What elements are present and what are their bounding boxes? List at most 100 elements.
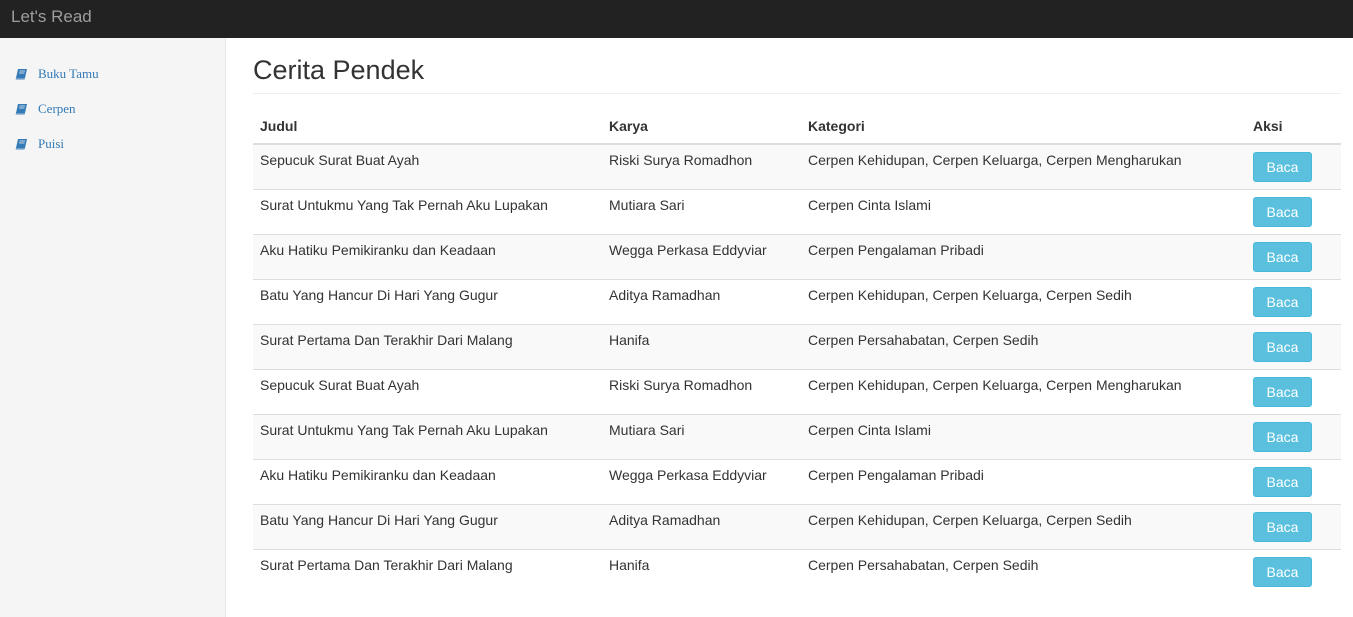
cell-aksi: Baca <box>1246 549 1341 594</box>
cell-judul: Aku Hatiku Pemikiranku dan Keadaan <box>253 459 602 505</box>
table-row: Surat Pertama Dan Terakhir Dari Malang Ha… <box>253 324 1341 370</box>
cell-karya: Riski Surya Romadhon <box>602 369 801 415</box>
header-karya: Karya <box>602 109 801 145</box>
baca-button[interactable]: Baca <box>1253 197 1312 227</box>
cell-kategori: Cerpen Cinta Islami <box>801 189 1246 235</box>
baca-button[interactable]: Baca <box>1253 287 1312 317</box>
table-row: Sepucuk Surat Buat Ayah Riski Surya Romad… <box>253 369 1341 415</box>
brand-link[interactable]: Let's Read <box>11 7 92 27</box>
cell-aksi: Baca <box>1246 414 1341 460</box>
table-body: Sepucuk Surat Buat Ayah Riski Surya Romad… <box>253 143 1341 594</box>
cell-karya-text: Wegga Perkasa Eddyviar <box>609 467 767 483</box>
cell-judul-text: Surat Pertama Dan Terakhir Dari Malang <box>260 557 513 573</box>
table-row: Aku Hatiku Pemikiranku dan Keadaan Wegga … <box>253 234 1341 280</box>
cell-aksi: Baca <box>1246 234 1341 280</box>
cell-judul-text: Batu Yang Hancur Di Hari Yang Gugur <box>260 512 498 528</box>
header-kategori: Kategori <box>801 109 1246 145</box>
baca-button[interactable]: Baca <box>1253 152 1312 182</box>
table-row: Sepucuk Surat Buat Ayah Riski Surya Romad… <box>253 143 1341 190</box>
cell-karya: Hanifa <box>602 549 801 594</box>
cell-kategori-text: Cerpen Kehidupan, Cerpen Keluarga, Cerpe… <box>808 152 1182 168</box>
cell-aksi: Baca <box>1246 324 1341 370</box>
sidebar-item-label: Puisi <box>38 136 65 151</box>
baca-button[interactable]: Baca <box>1253 512 1312 542</box>
cell-kategori: Cerpen Pengalaman Pribadi <box>801 234 1246 280</box>
cell-aksi: Baca <box>1246 504 1341 550</box>
book-icon <box>15 67 29 81</box>
cell-aksi: Baca <box>1246 279 1341 325</box>
table-row: Surat Pertama Dan Terakhir Dari Malang Ha… <box>253 549 1341 594</box>
cell-karya-text: Riski Surya Romadhon <box>609 377 753 393</box>
cell-judul: Batu Yang Hancur Di Hari Yang Gugur <box>253 279 602 325</box>
cell-aksi: Baca <box>1246 459 1341 505</box>
cell-judul-text: Batu Yang Hancur Di Hari Yang Gugur <box>260 287 498 303</box>
sidebar-item-cerpen[interactable]: Cerpen <box>15 99 76 119</box>
cell-kategori: Cerpen Kehidupan, Cerpen Keluarga, Cerpe… <box>801 143 1246 190</box>
title-divider <box>253 93 1341 94</box>
baca-button[interactable]: Baca <box>1253 332 1312 362</box>
cell-karya-text: Hanifa <box>609 557 650 573</box>
book-icon <box>15 137 29 151</box>
baca-button[interactable]: Baca <box>1253 557 1312 587</box>
cell-kategori: Cerpen Persahabatan, Cerpen Sedih <box>801 549 1246 594</box>
sidebar-item-buku-tamu[interactable]: Buku Tamu <box>15 64 99 84</box>
cell-aksi: Baca <box>1246 369 1341 415</box>
cell-karya-text: Wegga Perkasa Eddyviar <box>609 242 767 258</box>
cell-judul: Surat Pertama Dan Terakhir Dari Malang <box>253 549 602 594</box>
baca-button[interactable]: Baca <box>1253 377 1312 407</box>
sidebar-item-label: Buku Tamu <box>38 66 99 81</box>
cell-kategori-text: Cerpen Kehidupan, Cerpen Keluarga, Cerpe… <box>808 377 1182 393</box>
cell-kategori: Cerpen Cinta Islami <box>801 414 1246 460</box>
table-row: Batu Yang Hancur Di Hari Yang Gugur Adity… <box>253 279 1341 325</box>
cell-karya-text: Hanifa <box>609 332 650 348</box>
cell-karya: Mutiara Sari <box>602 189 801 235</box>
cell-karya: Hanifa <box>602 324 801 370</box>
table-row: Surat Untukmu Yang Tak Pernah Aku Lupaka… <box>253 414 1341 460</box>
cell-judul-text: Sepucuk Surat Buat Ayah <box>260 152 420 168</box>
cell-karya: Riski Surya Romadhon <box>602 143 801 190</box>
cell-kategori-text: Cerpen Persahabatan, Cerpen Sedih <box>808 557 1039 573</box>
baca-button[interactable]: Baca <box>1253 242 1312 272</box>
cell-kategori-text: Cerpen Kehidupan, Cerpen Keluarga, Cerpe… <box>808 287 1132 303</box>
cell-kategori-text: Cerpen Cinta Islami <box>808 422 931 438</box>
cell-kategori: Cerpen Pengalaman Pribadi <box>801 459 1246 505</box>
cell-karya: Aditya Ramadhan <box>602 279 801 325</box>
cell-judul-text: Aku Hatiku Pemikiranku dan Keadaan <box>260 467 496 483</box>
cell-kategori-text: Cerpen Pengalaman Pribadi <box>808 242 984 258</box>
cell-kategori: Cerpen Kehidupan, Cerpen Keluarga, Cerpe… <box>801 504 1246 550</box>
cell-aksi: Baca <box>1246 189 1341 235</box>
sidebar-item-puisi[interactable]: Puisi <box>15 134 64 154</box>
sidebar-item-label: Cerpen <box>38 101 76 116</box>
cell-judul: Surat Pertama Dan Terakhir Dari Malang <box>253 324 602 370</box>
cell-karya-text: Aditya Ramadhan <box>609 287 721 303</box>
cell-judul: Sepucuk Surat Buat Ayah <box>253 369 602 415</box>
page-title: Cerita Pendek <box>253 55 425 85</box>
book-icon <box>15 102 29 116</box>
cell-judul: Aku Hatiku Pemikiranku dan Keadaan <box>253 234 602 280</box>
table-header-row: Judul Karya Kategori Aksi <box>253 109 1341 145</box>
cell-judul-text: Surat Untukmu Yang Tak Pernah Aku Lupaka… <box>260 422 548 438</box>
header-aksi: Aksi <box>1246 109 1341 145</box>
cell-judul: Batu Yang Hancur Di Hari Yang Gugur <box>253 504 602 550</box>
cell-kategori-text: Cerpen Pengalaman Pribadi <box>808 467 984 483</box>
cell-judul: Surat Untukmu Yang Tak Pernah Aku Lupaka… <box>253 414 602 460</box>
cell-karya: Wegga Perkasa Eddyviar <box>602 234 801 280</box>
cell-kategori: Cerpen Kehidupan, Cerpen Keluarga, Cerpe… <box>801 279 1246 325</box>
cell-karya: Mutiara Sari <box>602 414 801 460</box>
cell-kategori: Cerpen Persahabatan, Cerpen Sedih <box>801 324 1246 370</box>
cell-karya-text: Mutiara Sari <box>609 197 685 213</box>
table-row: Surat Untukmu Yang Tak Pernah Aku Lupaka… <box>253 189 1341 235</box>
header-judul: Judul <box>253 109 602 145</box>
cell-judul-text: Sepucuk Surat Buat Ayah <box>260 377 420 393</box>
cell-aksi: Baca <box>1246 143 1341 190</box>
cell-karya: Aditya Ramadhan <box>602 504 801 550</box>
cell-kategori: Cerpen Kehidupan, Cerpen Keluarga, Cerpe… <box>801 369 1246 415</box>
top-navbar: Let's Read <box>0 0 1353 38</box>
cell-kategori-text: Cerpen Cinta Islami <box>808 197 931 213</box>
cell-karya: Wegga Perkasa Eddyviar <box>602 459 801 505</box>
cell-karya-text: Aditya Ramadhan <box>609 512 721 528</box>
sidebar: Buku Tamu Cerpen Puisi <box>0 38 226 617</box>
cell-judul-text: Surat Pertama Dan Terakhir Dari Malang <box>260 332 513 348</box>
baca-button[interactable]: Baca <box>1253 467 1312 497</box>
baca-button[interactable]: Baca <box>1253 422 1312 452</box>
